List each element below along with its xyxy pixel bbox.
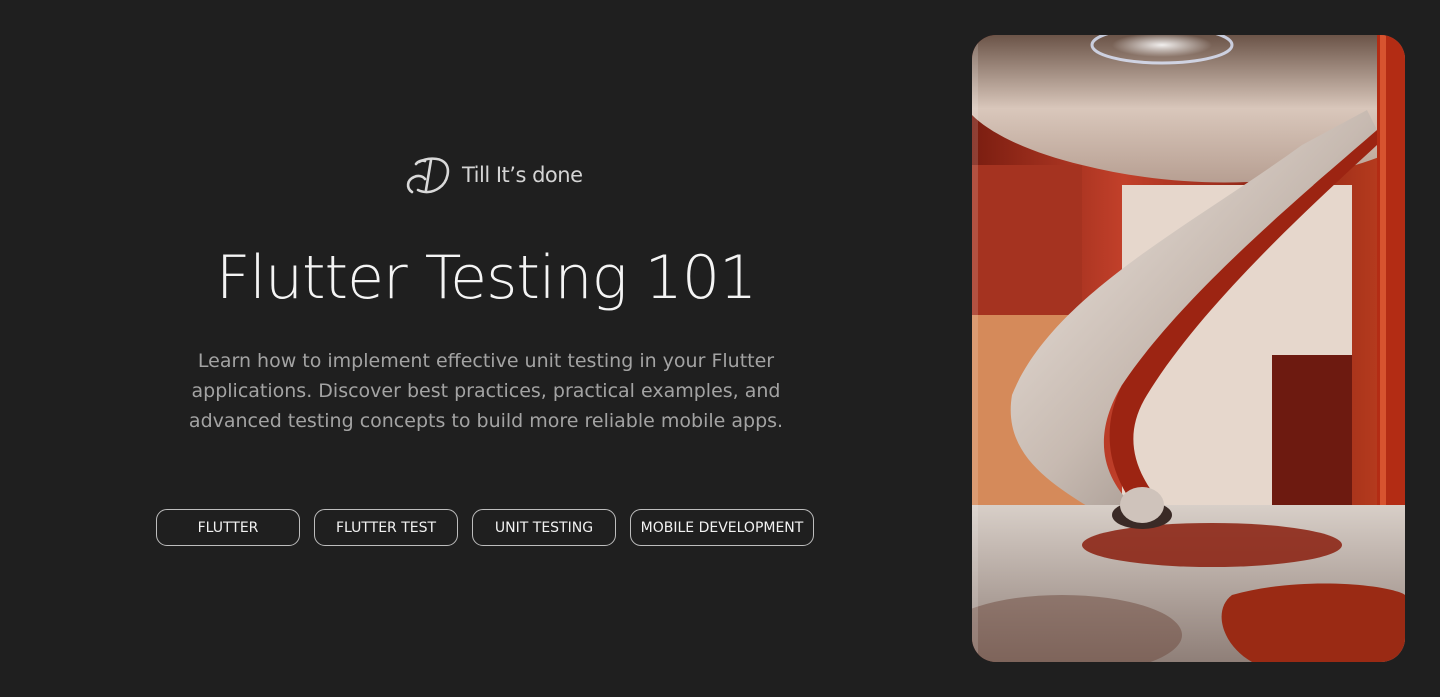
td-signature-logo-icon (406, 157, 450, 194)
article-description: Learn how to implement effective unit te… (188, 350, 784, 432)
tag-mobile-development[interactable]: MOBILE DEVELOPMENT (630, 509, 814, 546)
brand-name: Till It’s done (462, 163, 583, 187)
tag-flutter[interactable]: FLUTTER (156, 509, 300, 546)
cover-image (972, 35, 1405, 662)
tag-list: FLUTTER FLUTTER TEST UNIT TESTING MOBILE… (156, 509, 814, 546)
tag-unit-testing[interactable]: UNIT TESTING (472, 509, 616, 546)
page: Till It’s done Flutter Testing 101 Learn… (0, 0, 1440, 697)
brand[interactable]: Till It’s done (404, 152, 583, 198)
tag-flutter-test[interactable]: FLUTTER TEST (314, 509, 458, 546)
article-header: Till It’s done Flutter Testing 101 Learn… (0, 0, 972, 697)
page-title: Flutter Testing 101 (215, 243, 757, 313)
architecture-staircase-image (972, 35, 1405, 662)
